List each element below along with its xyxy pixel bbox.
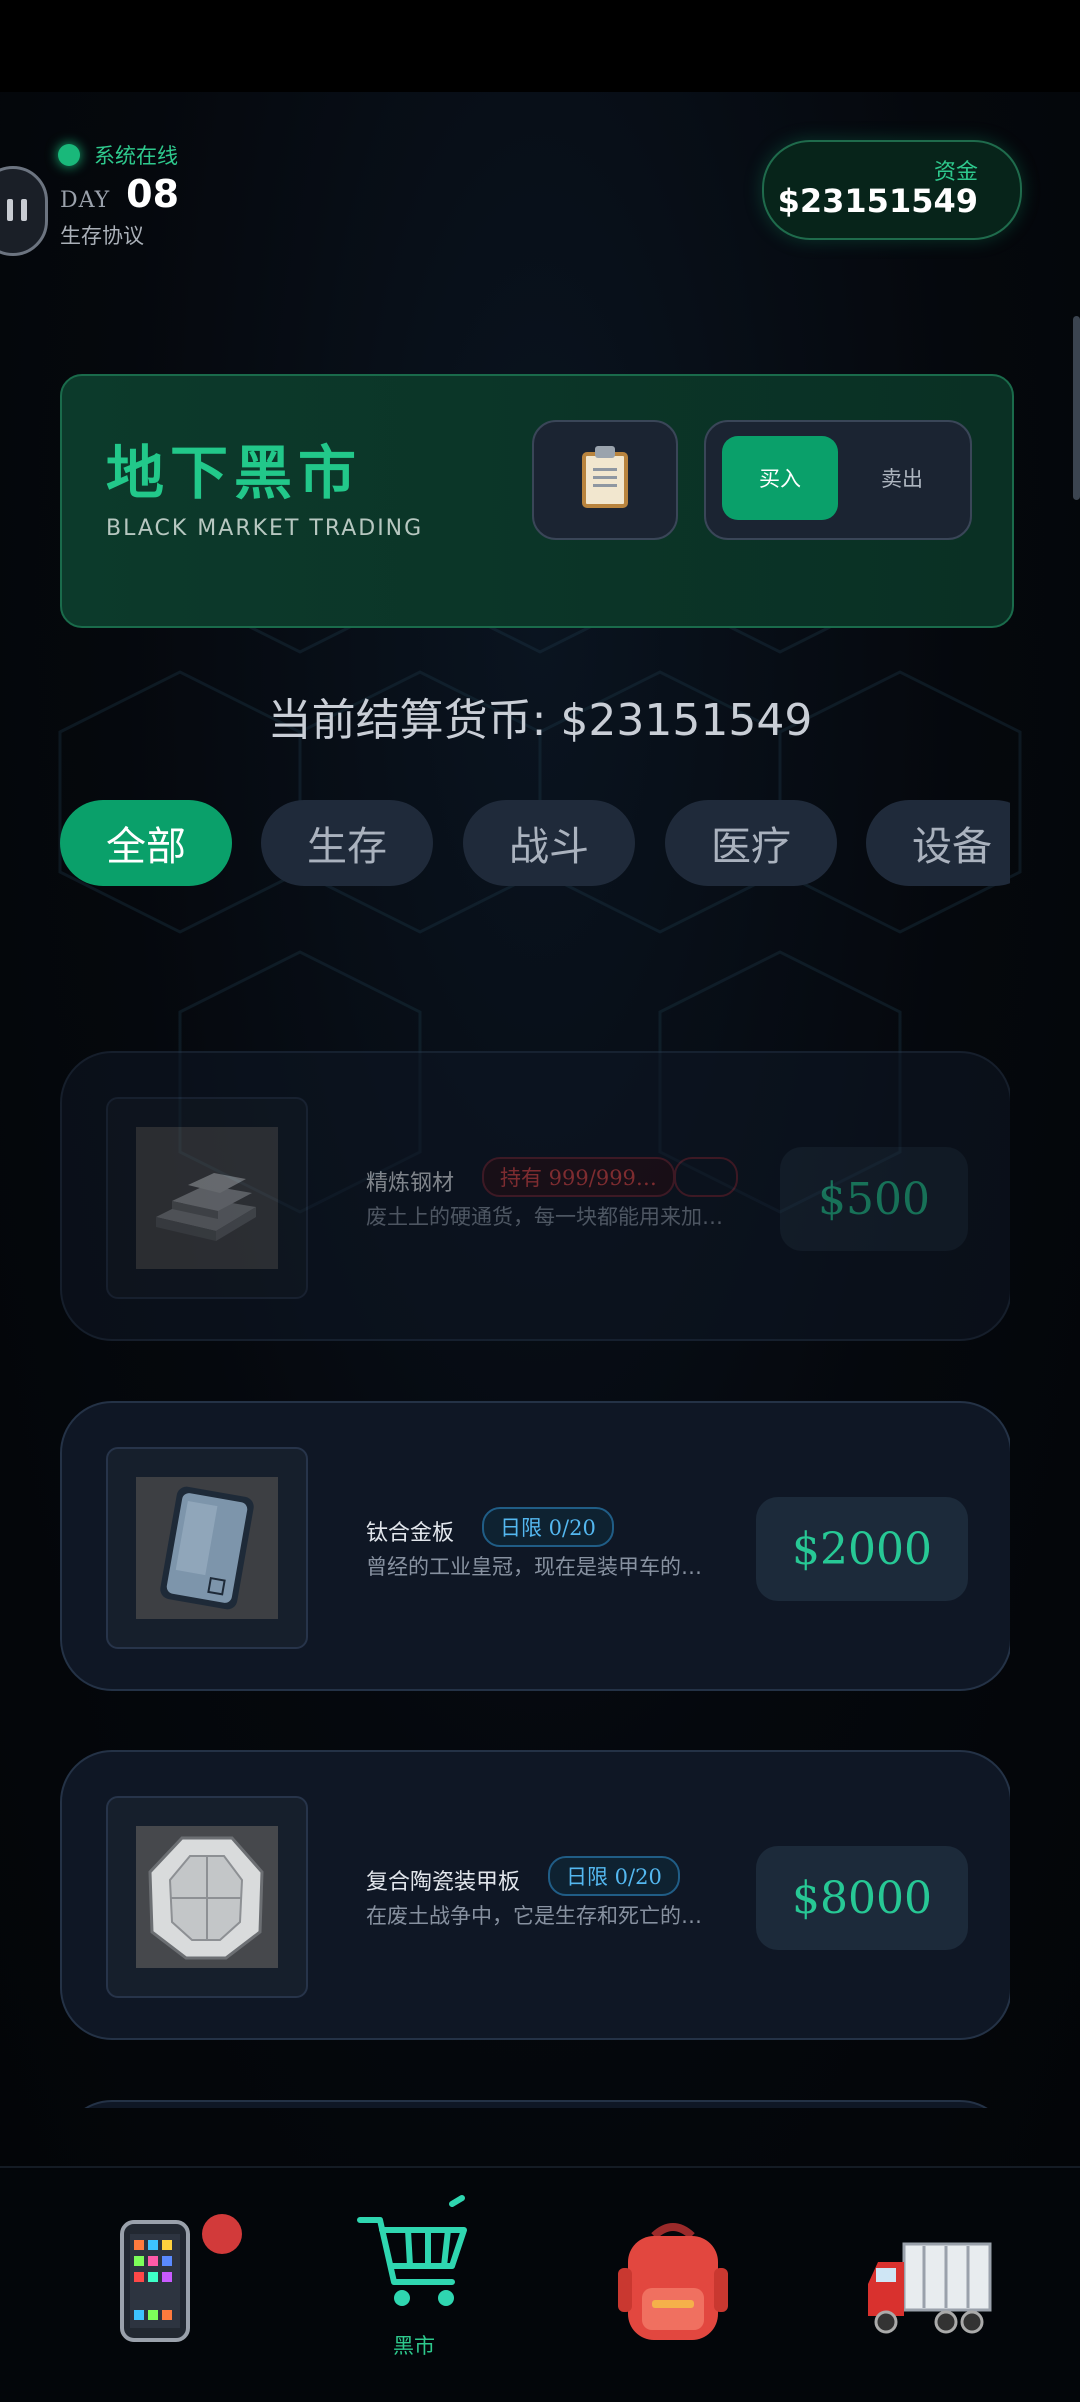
clipboard-icon [582,446,628,508]
list-item: 复合陶瓷装甲板 日限 0/20 在废土战争中，它是生存和死亡的… $8000 [60,1750,1010,2040]
shopping-cart-icon [357,2195,467,2306]
item-name: 复合陶瓷装甲板 [366,1870,521,1895]
price-button[interactable]: $2000 [756,1497,968,1601]
settlement-currency: 当前结算货币: $23151549 [267,695,813,746]
ceramic-armor-plate-icon [136,1826,278,1968]
day-number: 08 [126,172,180,216]
item-thumbnail [106,1097,308,1299]
tab-survival[interactable]: 生存 [261,800,433,886]
online-indicator-icon [58,144,80,166]
tab-all[interactable]: 全部 [60,800,232,886]
app-screen: 系统在线 DAY 08 生存协议 资金 $23151549 地下黑市 BLACK… [0,92,1080,2166]
scrollbar[interactable] [1073,316,1080,500]
funds-display: 资金 $23151549 [762,140,1022,240]
nav-truck[interactable] [848,2168,1008,2402]
trade-mode-toggle: 买入 卖出 [704,420,972,540]
sell-tab[interactable]: 卖出 [846,436,958,520]
day-counter: DAY 08 [60,172,179,216]
backpack-icon [618,2223,728,2340]
market-panel: 地下黑市 BLACK MARKET TRADING 买入 卖出 [60,374,1014,628]
buy-tab[interactable]: 买入 [722,436,838,520]
list-item [60,2100,1010,2108]
item-description: 曾经的工业皇冠，现在是装甲车的… [366,1555,702,1579]
limit-badge: 日限 0/20 [482,1507,614,1547]
titanium-plate-icon [136,1477,278,1619]
limit-badge: 日限 0/20 [548,1856,680,1896]
notification-badge [202,2214,242,2254]
phone-icon [120,2220,190,2342]
nav-phone[interactable] [80,2168,242,2402]
tab-equipment[interactable]: 设备 [866,800,1010,886]
tab-combat[interactable]: 战斗 [463,800,635,886]
status-text: 系统在线 [94,144,178,168]
system-status: 系统在线 [58,140,178,170]
item-thumbnail [106,1447,308,1649]
item-name: 钛合金板 [366,1521,455,1546]
market-title: 地下黑市 [106,439,363,507]
list-item: 精炼钢材 持有 999/999… 废土上的硬通货，每一块都能用来加… $500 [60,1051,1010,1341]
system-status-bar [0,0,1080,92]
category-tabs: 全部 生存 战斗 医疗 设备 [60,800,1010,888]
item-list[interactable]: 精炼钢材 持有 999/999… 废土上的硬通货，每一块都能用来加… $500 [60,958,1010,2108]
nav-label: 黑市 [393,2334,435,2358]
nav-black-market[interactable]: 黑市 [334,2168,494,2402]
item-name: 精炼钢材 [366,1171,455,1196]
truck-icon [868,2242,992,2334]
tab-medical[interactable]: 医疗 [665,800,837,886]
pause-icon [7,199,13,221]
funds-value: $23151549 [777,182,978,220]
steel-ingots-icon [136,1127,278,1269]
day-label: DAY [60,188,111,213]
limit-badge [674,1157,738,1197]
stock-badge: 持有 999/999… [482,1157,675,1197]
avatar[interactable] [0,166,48,256]
bottom-navigation: 黑市 [0,2166,1080,2402]
item-thumbnail [106,1796,308,1998]
price-button[interactable]: $500 [780,1147,968,1251]
list-item: 钛合金板 日限 0/20 曾经的工业皇冠，现在是装甲车的… $2000 [60,1401,1010,1691]
market-subtitle: BLACK MARKET TRADING [106,516,424,541]
item-description: 在废土战争中，它是生存和死亡的… [366,1904,702,1928]
nav-backpack[interactable] [590,2168,750,2402]
protocol-label: 生存协议 [60,224,144,248]
orders-button[interactable] [532,420,678,540]
item-description: 废土上的硬通货，每一块都能用来加… [366,1205,723,1229]
price-button[interactable]: $8000 [756,1846,968,1950]
